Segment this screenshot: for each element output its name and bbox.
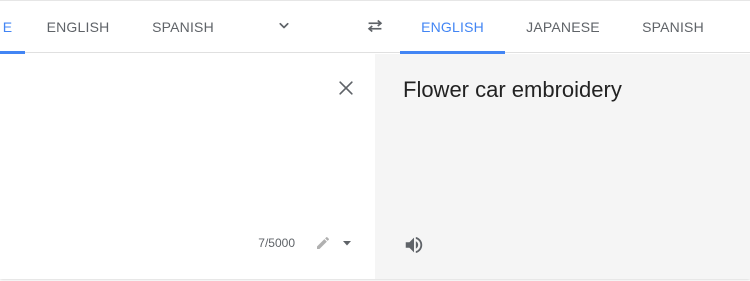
source-more-languages-button[interactable] bbox=[265, 1, 303, 53]
source-tab-detected-label: E bbox=[2, 19, 13, 35]
pencil-icon bbox=[315, 235, 331, 256]
target-tab-japanese-label: JAPANESE bbox=[526, 19, 600, 35]
caret-down-icon bbox=[342, 235, 352, 253]
close-icon bbox=[336, 78, 356, 103]
input-tools-dropdown[interactable] bbox=[340, 237, 354, 251]
source-text-pane[interactable]: 7/5000 bbox=[0, 54, 375, 279]
chevron-down-icon bbox=[275, 17, 293, 38]
target-tab-english-label: ENGLISH bbox=[421, 19, 484, 35]
translate-card: E ENGLISH SPANISH ENGLISH JAPANESE SPANI… bbox=[0, 0, 750, 279]
swap-arrows-icon bbox=[364, 15, 386, 40]
source-tab-english[interactable]: ENGLISH bbox=[25, 1, 131, 53]
listen-button[interactable] bbox=[401, 234, 427, 260]
handwriting-input-button[interactable] bbox=[312, 234, 334, 256]
source-tab-spanish-label: SPANISH bbox=[152, 19, 214, 35]
target-tab-spanish[interactable]: SPANISH bbox=[621, 1, 725, 53]
source-tab-detected[interactable]: E bbox=[0, 1, 25, 54]
clear-source-button[interactable] bbox=[332, 76, 360, 104]
swap-languages-button[interactable] bbox=[356, 1, 394, 53]
target-tab-spanish-label: SPANISH bbox=[642, 19, 704, 35]
target-tab-japanese[interactable]: JAPANESE bbox=[505, 1, 621, 53]
translation-text: Flower car embroidery bbox=[403, 77, 622, 102]
language-bar: E ENGLISH SPANISH ENGLISH JAPANESE SPANI… bbox=[0, 1, 750, 54]
translation-pane: Flower car embroidery bbox=[375, 54, 750, 279]
character-count: 7/5000 bbox=[258, 236, 295, 250]
speaker-icon bbox=[403, 234, 425, 261]
source-tab-spanish[interactable]: SPANISH bbox=[131, 1, 235, 53]
target-tab-english[interactable]: ENGLISH bbox=[400, 1, 505, 54]
source-tab-english-label: ENGLISH bbox=[46, 19, 110, 35]
